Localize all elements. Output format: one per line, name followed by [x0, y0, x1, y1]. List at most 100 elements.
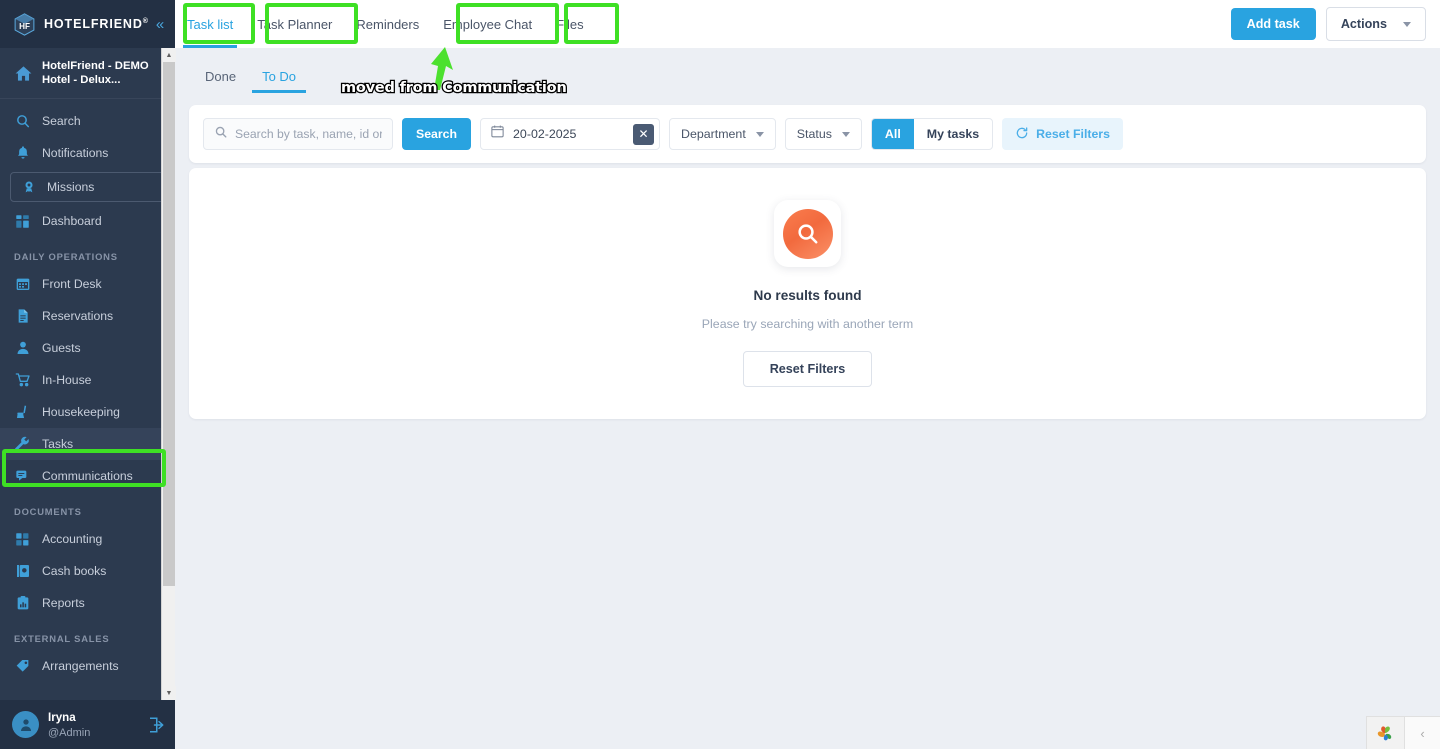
sidebar-item-dashboard[interactable]: Dashboard: [0, 205, 175, 237]
clipboard-chart-icon: [14, 595, 31, 612]
tab-task-planner[interactable]: Task Planner: [245, 0, 344, 48]
status-filter[interactable]: Status: [784, 118, 862, 150]
scroll-up-arrow-icon[interactable]: ▲: [162, 48, 176, 62]
reset-filters-label: Reset Filters: [1036, 127, 1110, 141]
tab-label: Task Planner: [257, 16, 333, 32]
collapse-sidebar-icon[interactable]: «: [156, 17, 166, 32]
sidebar-item-label: Cash books: [42, 564, 107, 578]
sidebar-item-label: Dashboard: [42, 214, 102, 228]
department-label: Department: [681, 127, 746, 141]
sidebar-item-arrangements[interactable]: Arrangements: [0, 650, 175, 682]
date-value: 20-02-2025: [513, 127, 577, 141]
sidebar-item-label: Arrangements: [42, 659, 119, 673]
sidebar-item-accounting[interactable]: Accounting ›: [0, 523, 175, 555]
logout-icon[interactable]: [147, 716, 165, 734]
home-icon: [14, 64, 33, 83]
add-task-button[interactable]: Add task: [1230, 8, 1316, 40]
topbar: Task list Task Planner Reminders Employe…: [175, 0, 1440, 48]
book-icon: [14, 563, 31, 580]
person-icon: [14, 340, 31, 357]
sidebar-item-reservations[interactable]: Reservations: [0, 300, 175, 332]
user-name: Iryna: [48, 710, 76, 724]
clear-x-icon[interactable]: ✕: [633, 123, 655, 145]
search-icon: [214, 125, 228, 144]
sidebar-item-label: Guests: [42, 341, 81, 355]
tab-files[interactable]: Files: [544, 0, 595, 48]
module-tabs: Task list Task Planner Reminders Employe…: [175, 0, 596, 48]
scrollbar-thumb[interactable]: [163, 62, 175, 586]
sidebar-item-label: Notifications: [42, 146, 109, 160]
empty-state-icon-box: [774, 200, 841, 267]
sidebar-section-daily-operations: DAILY OPERATIONS: [14, 251, 118, 262]
reset-filters-pill[interactable]: Reset Filters: [1002, 118, 1123, 150]
content-area: Search 20-02-2025 ✕ Department: [175, 93, 1440, 749]
reset-filters-button[interactable]: Reset Filters: [742, 351, 873, 387]
broom-icon: [14, 404, 31, 421]
hotelfriend-cube-logo-icon: HF: [12, 12, 37, 37]
hotel-selector[interactable]: HotelFriend - DEMOHotel - Delux... ›: [0, 48, 175, 99]
sidebar-item-search[interactable]: Search: [0, 105, 175, 137]
sidebar-item-missions[interactable]: Missions: [10, 172, 165, 202]
sidebar-item-front-desk[interactable]: Front Desk: [0, 268, 175, 300]
subtab-label: To Do: [262, 69, 297, 84]
main-area: Task list Task Planner Reminders Employe…: [175, 0, 1440, 749]
calendar-icon: [14, 276, 31, 293]
sidebar-section-external-sales: EXTERNAL SALES: [14, 633, 110, 644]
chevron-left-icon[interactable]: ‹: [1404, 716, 1440, 749]
subtab-label: Done: [205, 69, 237, 84]
search-field-wrapper[interactable]: [203, 118, 393, 150]
status-label: Status: [796, 127, 832, 141]
brand-header: HF HOTELFRIEND® «: [0, 0, 175, 48]
refresh-icon: [1015, 126, 1029, 143]
scope-my-tasks-button[interactable]: My tasks: [914, 119, 992, 149]
bell-icon: [14, 145, 31, 162]
search-magnifier-icon: [782, 208, 833, 259]
chat-icon: [14, 468, 31, 485]
cart-icon: [14, 372, 31, 389]
sidebar-item-cash-books[interactable]: Cash books: [0, 555, 175, 587]
svg-text:HF: HF: [19, 21, 30, 30]
sidebar-item-label: Housekeeping: [42, 405, 120, 419]
topbar-actions: Add task Actions: [1230, 0, 1426, 48]
sidebar-item-notifications[interactable]: Notifications: [0, 137, 175, 169]
tab-employee-chat[interactable]: Employee Chat: [431, 0, 544, 48]
sidebar-item-tasks[interactable]: Tasks: [0, 428, 175, 460]
subtab-to-do[interactable]: To Do: [252, 69, 307, 93]
search-input[interactable]: [235, 127, 382, 141]
scroll-down-arrow-icon[interactable]: ▼: [162, 686, 176, 700]
sidebar-item-label: Front Desk: [42, 277, 102, 291]
sidebar-scrollbar[interactable]: ▲ ▼: [161, 48, 176, 700]
caret-down-icon: [1403, 21, 1411, 27]
user-handle: @Admin: [48, 726, 91, 739]
subtab-done[interactable]: Done: [195, 69, 246, 93]
sidebar-section-documents: DOCUMENTS: [14, 506, 82, 517]
pinwheel-leaf-logo-icon[interactable]: [1366, 716, 1404, 749]
brand-name: HOTELFRIEND®: [44, 17, 149, 31]
tab-label: Files: [556, 16, 584, 32]
date-filter[interactable]: 20-02-2025 ✕: [480, 118, 661, 150]
sidebar-item-label: Reservations: [42, 309, 114, 323]
sidebar-item-label: Reports: [42, 596, 85, 610]
bottom-widget: ‹: [1366, 716, 1440, 749]
scope-all-button[interactable]: All: [871, 119, 914, 149]
actions-label: Actions: [1340, 17, 1387, 31]
tab-task-list[interactable]: Task list: [175, 0, 245, 48]
user-profile[interactable]: Iryna @Admin: [0, 700, 175, 749]
search-button[interactable]: Search: [402, 118, 472, 150]
sidebar-item-communications[interactable]: Communications ›: [0, 460, 175, 492]
empty-state-title: No results found: [753, 288, 862, 303]
document-icon: [14, 308, 31, 325]
tab-reminders[interactable]: Reminders: [344, 0, 431, 48]
scope-toggle: All My tasks: [870, 118, 994, 150]
sidebar-item-in-house[interactable]: In-House ›: [0, 364, 175, 396]
actions-button[interactable]: Actions: [1325, 7, 1426, 41]
sidebar-item-housekeeping[interactable]: Housekeeping: [0, 396, 175, 428]
tab-label: Employee Chat: [443, 16, 533, 32]
sidebar-item-reports[interactable]: Reports: [0, 587, 175, 619]
sidebar-item-guests[interactable]: Guests: [0, 332, 175, 364]
filter-bar: Search 20-02-2025 ✕ Department: [189, 105, 1426, 163]
sidebar-item-label: In-House: [42, 373, 92, 387]
department-filter[interactable]: Department: [669, 118, 776, 150]
chevron-down-icon: [755, 131, 764, 137]
sidebar: HF HOTELFRIEND® « HotelFriend - DEMO Hote…: [0, 0, 176, 749]
